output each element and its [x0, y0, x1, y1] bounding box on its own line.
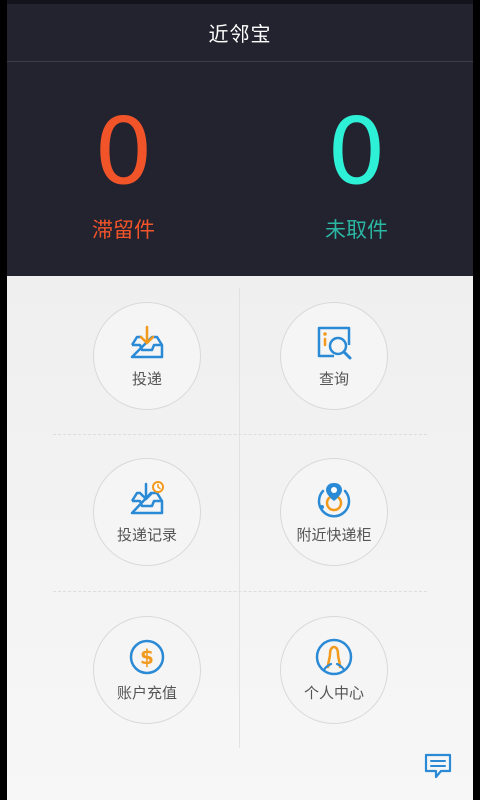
grid-divider-horizontal	[53, 434, 427, 435]
unpicked-label: 未取件	[325, 218, 388, 242]
query-label: 查询	[318, 370, 349, 388]
tray-download-icon	[130, 325, 164, 359]
recharge-button[interactable]: $ 账户充值	[93, 616, 201, 724]
stranded-label: 滞留件	[92, 218, 155, 242]
app-header: 近邻宝	[7, 4, 473, 62]
user-icon	[315, 638, 353, 676]
profile-label: 个人中心	[303, 684, 364, 702]
chat-bubble-icon[interactable]	[423, 752, 453, 780]
delivery-records-button[interactable]: 投递记录	[93, 458, 201, 566]
nearby-lockers-button[interactable]: 附近快递柜	[280, 458, 388, 566]
delivery-records-label: 投递记录	[116, 526, 177, 544]
location-pin-icon	[317, 483, 351, 518]
app-frame: 近邻宝 0 滞留件 0 未取件 投递 查询 投递记录 附近快递柜 $ 账户充值 …	[7, 0, 473, 800]
dollar-coin-icon: $	[129, 639, 165, 675]
deliver-button[interactable]: 投递	[93, 302, 201, 410]
stranded-count: 0	[94, 98, 153, 205]
grid-divider-vertical	[239, 288, 240, 748]
stats-panel: 0 滞留件 0 未取件	[7, 62, 473, 276]
nearby-lockers-label: 附近快递柜	[296, 526, 372, 544]
menu-grid: 投递 查询 投递记录 附近快递柜 $ 账户充值 个人中心	[7, 276, 473, 800]
deliver-label: 投递	[131, 370, 162, 388]
query-button[interactable]: 查询	[280, 302, 388, 410]
grid-divider-horizontal	[53, 591, 427, 592]
stranded-count-card[interactable]: 0 滞留件	[7, 62, 240, 276]
page-title: 近邻宝	[208, 22, 272, 46]
svg-text:$: $	[140, 645, 154, 669]
unpicked-count: 0	[327, 98, 386, 205]
unpicked-count-card[interactable]: 0 未取件	[240, 62, 473, 276]
tray-clock-icon	[130, 481, 164, 515]
recharge-label: 账户充值	[116, 684, 177, 702]
profile-button[interactable]: 个人中心	[280, 616, 388, 724]
search-icon	[317, 326, 352, 360]
